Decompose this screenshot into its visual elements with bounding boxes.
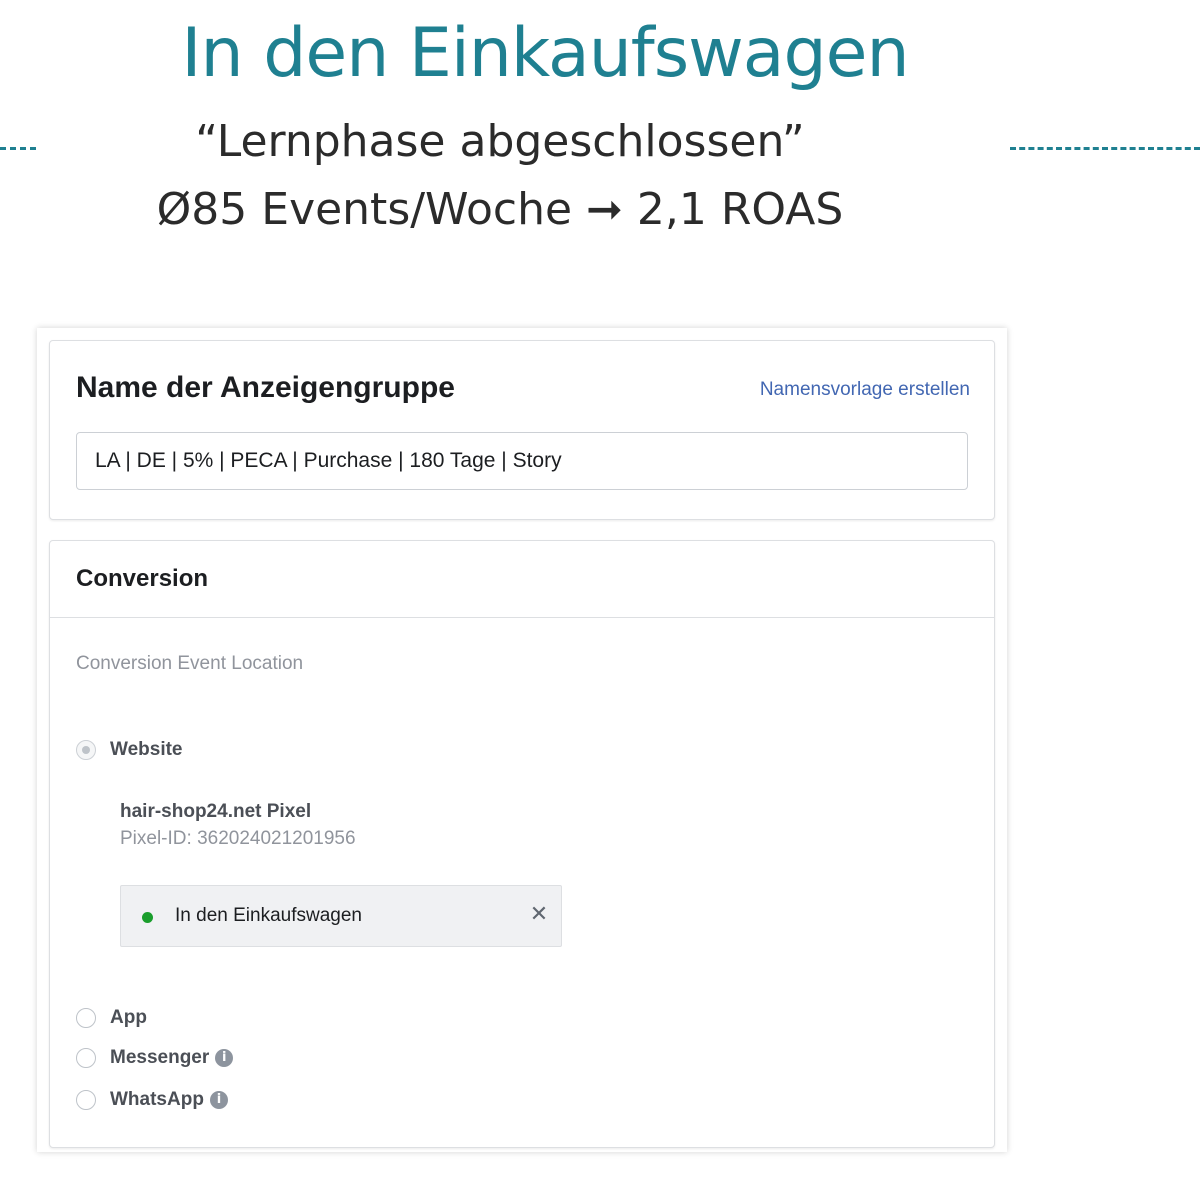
conversion-event-chip: In den Einkaufswagen ✕ (120, 885, 562, 947)
radio-option-messenger[interactable]: Messenger i (76, 1045, 234, 1071)
radio-option-app[interactable]: App (76, 1005, 147, 1031)
ad-set-name-heading: Name der Anzeigengruppe (76, 371, 455, 404)
conversion-card: Conversion Conversion Event Location Web… (49, 540, 995, 1148)
radio-label-whatsapp: WhatsApp (110, 1089, 204, 1110)
conversion-divider (50, 617, 994, 618)
info-icon[interactable]: i (215, 1049, 234, 1067)
radio-button-app[interactable] (76, 1008, 96, 1028)
ad-set-name-input[interactable] (76, 432, 968, 490)
pixel-id: Pixel-ID: 362024021201956 (120, 828, 356, 849)
slide: In den Einkaufswagen “Lernphase abgeschl… (0, 0, 1200, 1200)
ad-set-name-card: Name der Anzeigengruppe Namensvorlage er… (49, 340, 995, 520)
info-icon[interactable]: i (209, 1091, 228, 1109)
pixel-name: hair-shop24.net Pixel (120, 801, 312, 822)
ads-manager-screenshot: Name der Anzeigengruppe Namensvorlage er… (37, 328, 1007, 1152)
slide-subtitle-metrics: Ø85 Events/Woche ➞ 2,1 ROAS (156, 184, 844, 235)
decorative-dashed-line-right (1010, 147, 1200, 150)
conversion-event-location-label: Conversion Event Location (76, 653, 304, 674)
radio-label-website: Website (110, 739, 183, 760)
slide-title: In den Einkaufswagen (181, 14, 909, 93)
radio-button-whatsapp[interactable] (76, 1090, 96, 1110)
radio-option-website[interactable]: Website (76, 737, 183, 763)
slide-subtitle-quote: “Lernphase abgeschlossen” (195, 116, 805, 167)
radio-option-whatsapp[interactable]: WhatsApp i (76, 1087, 228, 1113)
radio-label-messenger: Messenger (110, 1047, 210, 1068)
radio-button-messenger[interactable] (76, 1048, 96, 1068)
conversion-event-name: In den Einkaufswagen (175, 905, 362, 926)
create-name-template-link[interactable]: Namensvorlage erstellen (760, 379, 970, 401)
active-status-dot-icon (142, 912, 153, 923)
close-icon[interactable]: ✕ (527, 901, 551, 929)
radio-label-app: App (110, 1007, 147, 1028)
radio-button-website[interactable] (76, 740, 96, 760)
conversion-heading: Conversion (76, 565, 209, 592)
